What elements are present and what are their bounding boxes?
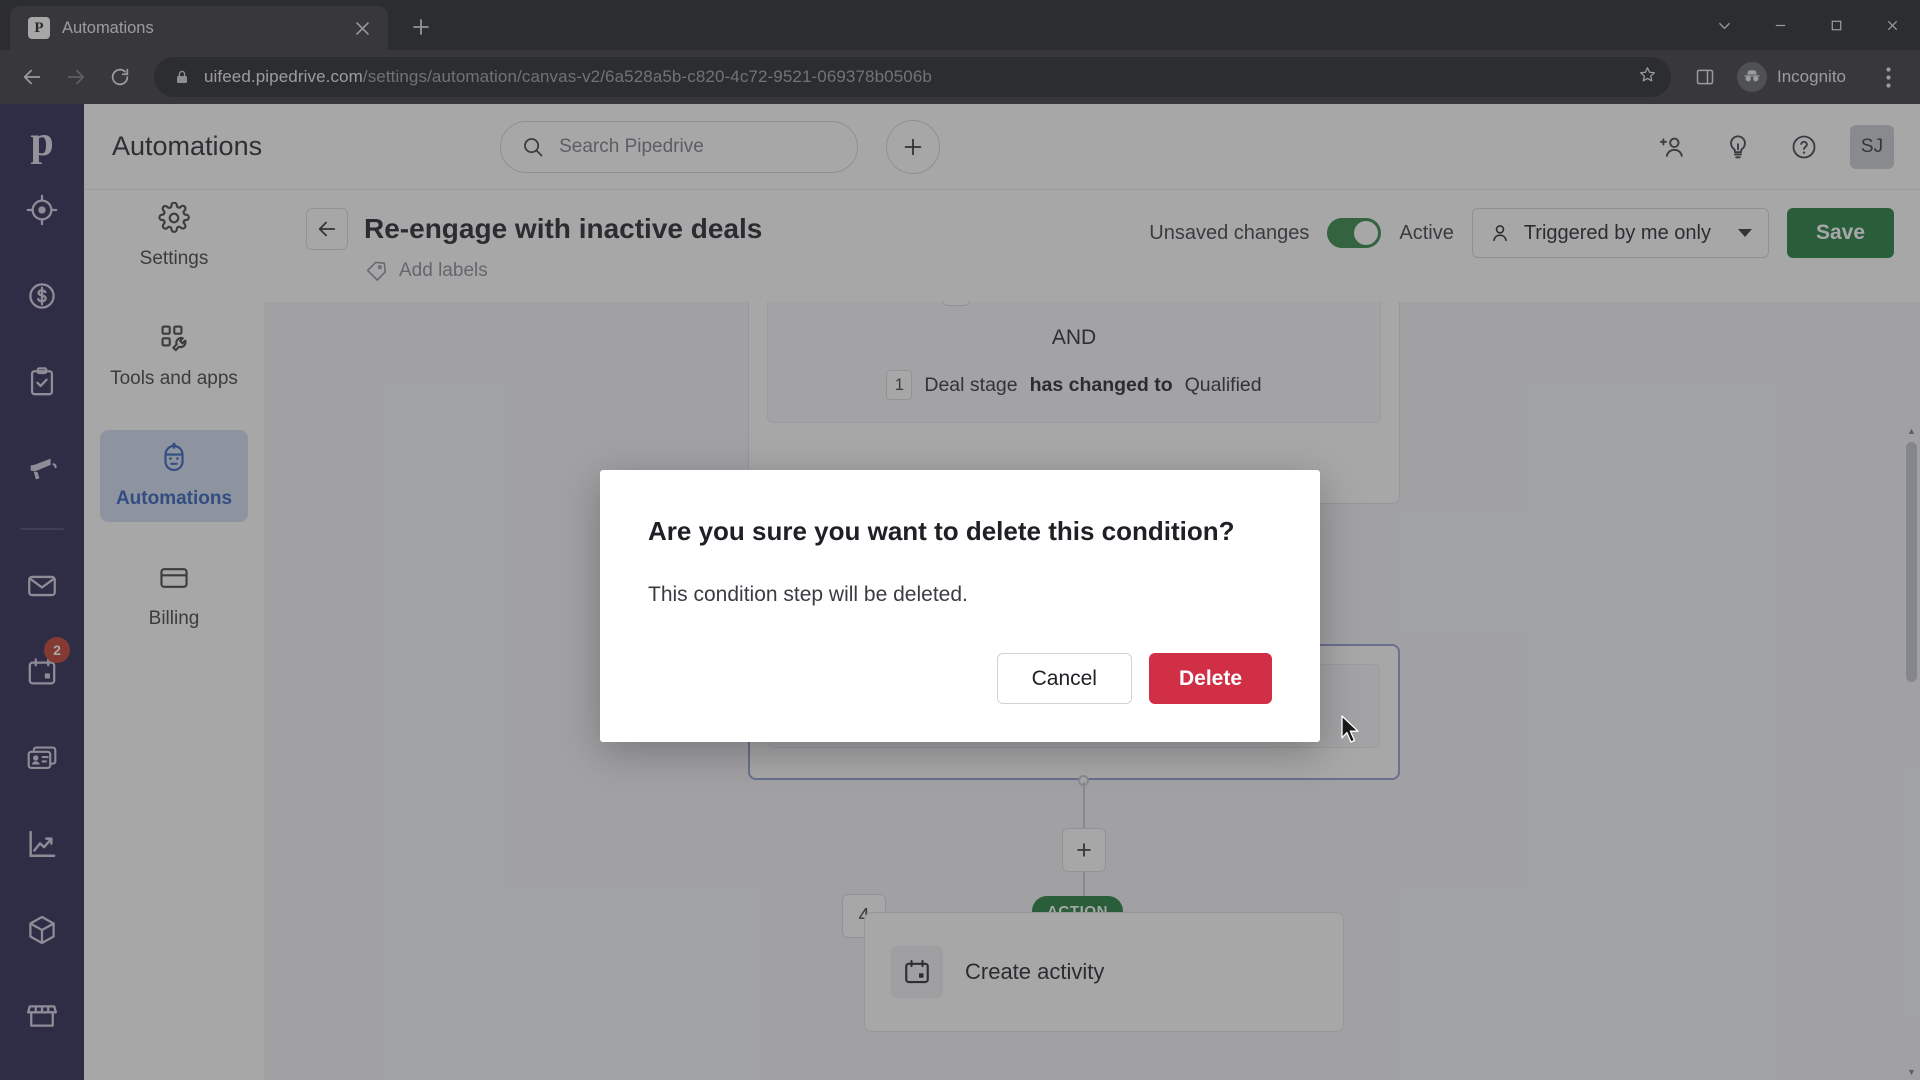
- cancel-button[interactable]: Cancel: [996, 653, 1132, 704]
- delete-button[interactable]: Delete: [1148, 653, 1272, 704]
- dialog-title: Are you sure you want to delete this con…: [648, 516, 1235, 546]
- browser-window: P Automations uifeed.pipedrive.com/setti…: [0, 0, 1920, 1080]
- dialog-body-text: This condition step will be deleted.: [648, 583, 968, 606]
- dialog-actions: Cancel Delete: [648, 653, 1272, 704]
- delete-condition-dialog: Are you sure you want to delete this con…: [600, 470, 1320, 742]
- mouse-cursor: [1340, 715, 1362, 750]
